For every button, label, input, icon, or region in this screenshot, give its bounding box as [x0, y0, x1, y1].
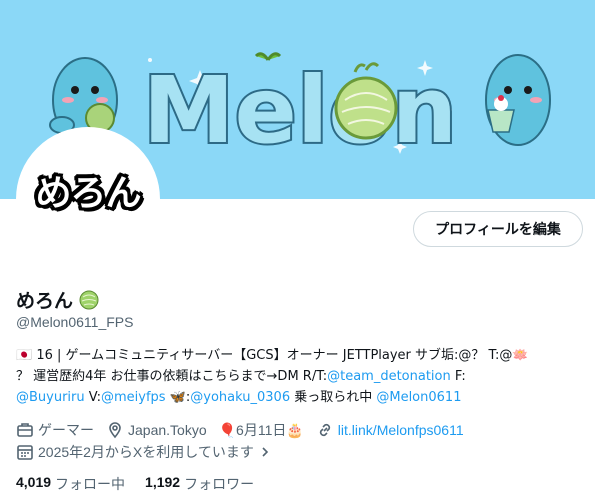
- joined-row[interactable]: 2025年2月からXを利用しています: [16, 442, 272, 462]
- bio-text: 🦋:: [165, 390, 191, 405]
- edit-profile-button[interactable]: プロフィールを編集: [413, 211, 583, 247]
- bio-text: 🇯🇵 16 | ゲームコミュニティサーバー【GCS】オーナー JETTPlaye…: [16, 348, 529, 363]
- mention-link[interactable]: @meiyfps: [101, 390, 166, 405]
- category-text: ゲーマー: [38, 422, 94, 438]
- user-handle: @Melon0611_FPS: [16, 314, 134, 330]
- banner-logo: Melon: [141, 52, 459, 166]
- melon-emoji-icon: [79, 290, 99, 309]
- right-mascot: [485, 54, 551, 146]
- website-item[interactable]: lit.link/Melonfps0611: [316, 421, 464, 439]
- mention-link[interactable]: @yohaku_0306: [190, 390, 290, 405]
- bio-text: V:: [84, 390, 101, 405]
- birthday-item: 🎈6月11日🎂: [219, 420, 304, 440]
- display-name: めろん: [16, 290, 74, 312]
- mention-link[interactable]: @team_detonation: [327, 369, 451, 384]
- location-pin-icon: [109, 422, 121, 439]
- website-link[interactable]: lit.link/Melonfps0611: [338, 422, 464, 438]
- mention-link[interactable]: @Melon0611: [376, 390, 461, 405]
- category-item: ゲーマー: [16, 420, 94, 440]
- avatar-text: めろん: [35, 173, 141, 214]
- followers-label: フォロワー: [184, 476, 255, 492]
- bio-text: F:: [450, 369, 466, 384]
- follow-stats: 4,019 フォロー中 1,192 フォロワー: [16, 474, 274, 493]
- avatar[interactable]: めろん: [16, 127, 160, 271]
- followers-count: 1,192: [145, 474, 181, 490]
- mention-link[interactable]: @Buyuriru: [16, 390, 85, 405]
- name-row: めろん: [16, 286, 99, 313]
- bio-text: 乗っ取られ中: [290, 390, 377, 405]
- joined-text: 2025年2月からXを利用しています: [38, 444, 254, 460]
- bio: 🇯🇵 16 | ゲームコミュニティサーバー【GCS】オーナー JETTPlaye…: [16, 345, 586, 408]
- birthday-text: 🎈6月11日🎂: [218, 422, 304, 438]
- svg-text:Melon: Melon: [143, 57, 457, 164]
- chevron-right-icon: [262, 447, 268, 457]
- location-text: Japan.Tokyo: [128, 422, 207, 438]
- briefcase-icon: [17, 423, 33, 437]
- link-icon: [319, 423, 330, 437]
- following-label: フォロー中: [55, 476, 126, 492]
- following-count: 4,019: [16, 474, 52, 490]
- calendar-icon: [17, 445, 33, 460]
- followers-link[interactable]: 1,192 フォロワー: [145, 474, 254, 493]
- profile-meta: ゲーマー Japan.Tokyo 🎈6月11日🎂 lit.link/Melonf…: [16, 420, 476, 440]
- bio-text: ？ 運営歴約4年 お仕事の依頼はこちらまで→DM R/T:: [16, 369, 328, 384]
- location-item: Japan.Tokyo: [106, 421, 207, 439]
- following-link[interactable]: 4,019 フォロー中: [16, 474, 125, 493]
